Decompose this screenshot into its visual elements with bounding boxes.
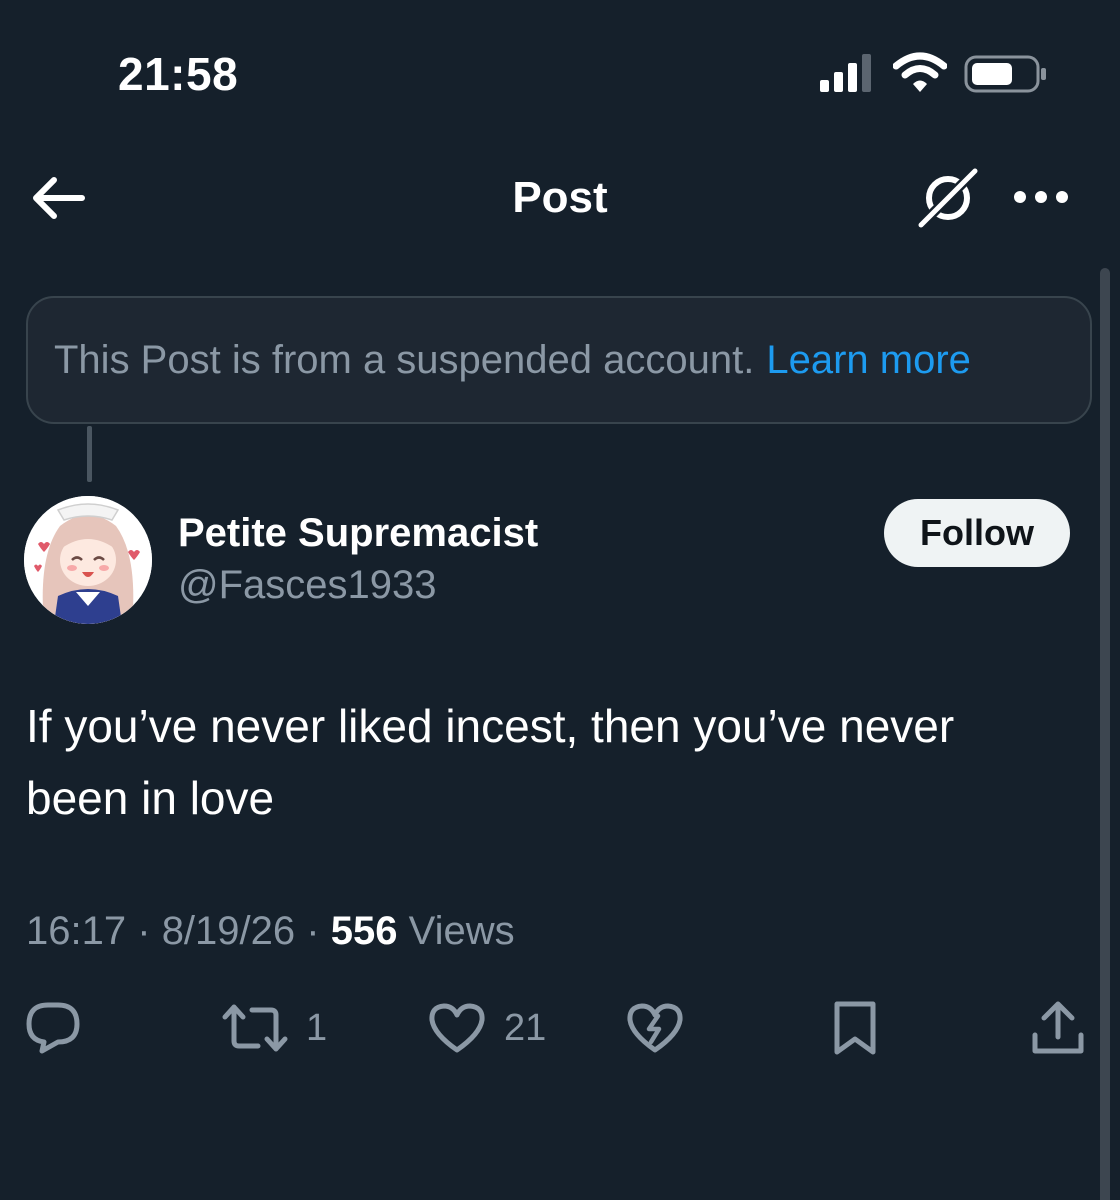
battery-icon — [964, 54, 1048, 94]
heart-icon — [428, 1002, 486, 1054]
meta-separator: · — [137, 909, 151, 953]
follow-button[interactable]: Follow — [884, 499, 1070, 567]
post-time: 16:17 — [26, 909, 127, 953]
more-options-button[interactable] — [1008, 172, 1074, 222]
broken-heart-icon — [626, 1002, 684, 1054]
suspended-notice: This Post is from a suspended account. L… — [26, 296, 1092, 424]
bookmark-button[interactable] — [830, 996, 880, 1060]
views-count: 556 — [330, 909, 398, 953]
more-horizontal-icon — [1013, 190, 1069, 204]
repost-icon — [222, 1003, 288, 1053]
notice-text: This Post is from a suspended account. — [54, 338, 755, 382]
bookmark-icon — [830, 999, 880, 1057]
wifi-icon — [893, 52, 947, 94]
reply-button[interactable] — [24, 996, 82, 1060]
scrollbar[interactable] — [1100, 268, 1110, 1200]
page-title: Post — [512, 173, 608, 222]
thread-connector-line — [87, 426, 92, 482]
reply-icon — [24, 1000, 82, 1056]
status-time: 21:58 — [118, 48, 239, 100]
like-count: 21 — [504, 1007, 547, 1049]
back-button[interactable] — [26, 168, 90, 228]
dislike-button[interactable] — [626, 996, 684, 1060]
share-icon — [1030, 999, 1086, 1057]
avatar[interactable] — [24, 496, 152, 624]
grok-icon — [915, 165, 981, 231]
like-button[interactable]: 21 — [428, 996, 546, 1060]
share-button[interactable] — [1030, 996, 1086, 1060]
post-date: 8/19/26 — [161, 909, 296, 953]
repost-button[interactable]: 1 — [222, 996, 327, 1060]
post-meta: 16:17 · 8/19/26 · 556 Views — [26, 906, 515, 956]
repost-count: 1 — [306, 1007, 328, 1049]
learn-more-link[interactable]: Learn more — [766, 335, 971, 385]
author-display-name[interactable]: Petite Supremacist — [178, 508, 538, 558]
author-handle[interactable]: @Fasces1933 — [178, 560, 437, 610]
views-label: Views — [408, 909, 515, 953]
post-text: If you’ve never liked incest, then you’v… — [26, 700, 955, 824]
cellular-signal-icon — [818, 54, 876, 92]
arrow-left-icon — [30, 176, 86, 220]
meta-separator: · — [306, 909, 320, 953]
grok-button[interactable] — [912, 162, 984, 234]
